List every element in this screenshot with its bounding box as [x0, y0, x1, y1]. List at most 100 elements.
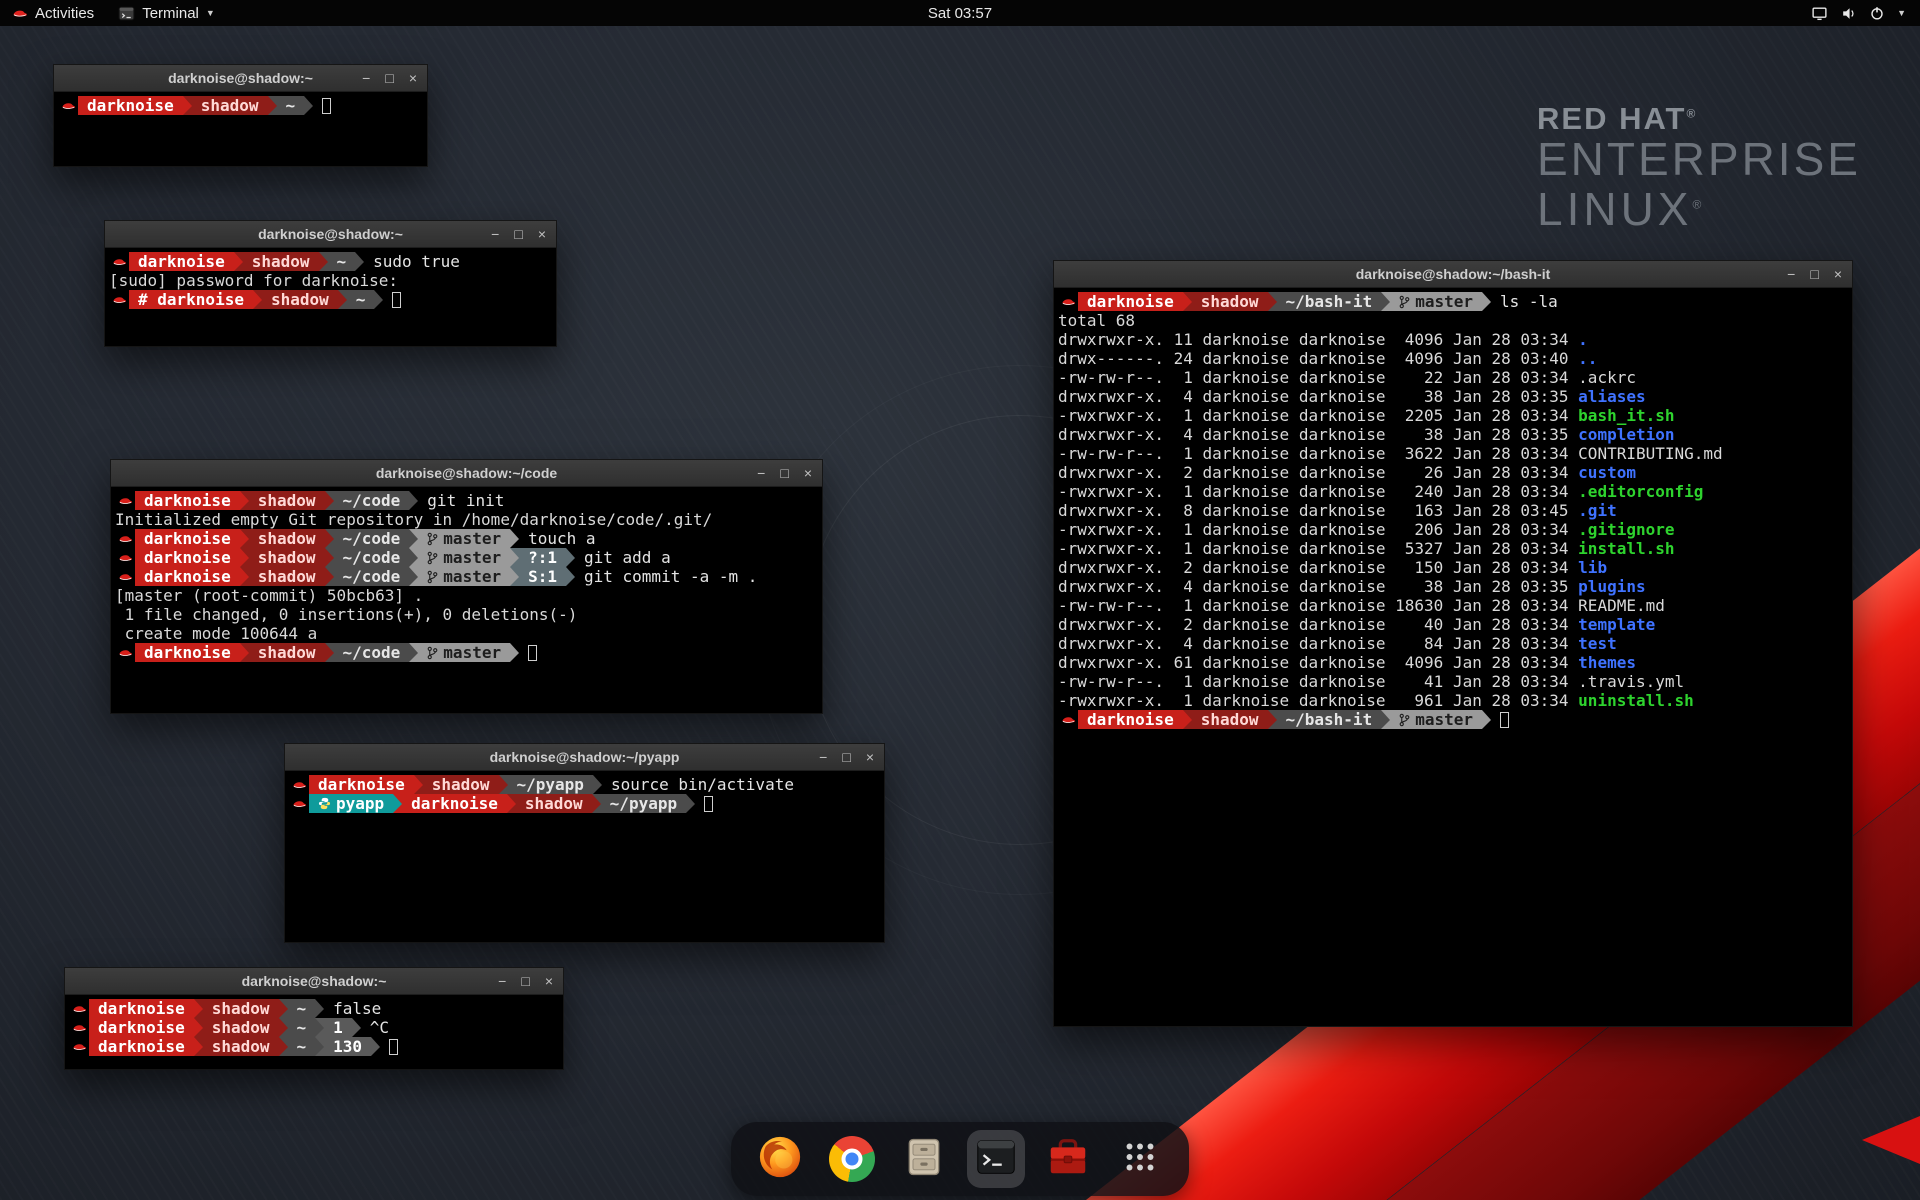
git-branch-icon: [427, 551, 438, 565]
system-status-area[interactable]: ▼: [1811, 0, 1920, 26]
minimize-button[interactable]: −: [362, 71, 370, 85]
window-title: darknoise@shadow:~: [65, 973, 563, 989]
command-text: sudo true: [373, 252, 460, 271]
close-button[interactable]: ×: [409, 71, 417, 85]
activities-label: Activities: [35, 5, 94, 22]
close-button[interactable]: ×: [866, 750, 874, 764]
prompt-segment-gitstat: ?:1: [519, 548, 566, 567]
minimize-button[interactable]: −: [491, 227, 499, 241]
chrome-icon: [829, 1136, 875, 1182]
redhat-prompt-icon: [109, 252, 129, 271]
close-button[interactable]: ×: [804, 466, 812, 480]
maximize-button[interactable]: □: [385, 71, 393, 85]
window-titlebar[interactable]: darknoise@shadow:~−□×: [105, 221, 556, 248]
terminal-line: 1 file changed, 0 insertions(+), 0 delet…: [115, 605, 818, 624]
terminal-window-w4: darknoise@shadow:~/pyapp−□×darknoiseshad…: [284, 743, 885, 943]
powerline-separator: [240, 643, 249, 662]
terminal-line: -rwxrwxr-x. 1 darknoise darknoise 206 Ja…: [1058, 520, 1848, 539]
window-titlebar[interactable]: darknoise@shadow:~/bash-it−□×: [1054, 261, 1852, 288]
prompt-segment-path: ~/bash-it: [1277, 292, 1382, 311]
command-text: git init: [427, 491, 504, 510]
prompt-segment-user: darknoise: [402, 794, 507, 813]
powerline-separator: [253, 290, 262, 309]
prompt-segment-user: darknoise: [135, 567, 240, 586]
window-titlebar[interactable]: darknoise@shadow:~−□×: [54, 65, 427, 92]
terminal-window-w6: darknoise@shadow:~/bash-it−□×darknoisesh…: [1053, 260, 1853, 1027]
window-controls: − □ ×: [1787, 261, 1842, 287]
close-button[interactable]: ×: [1834, 267, 1842, 281]
terminal-screen[interactable]: darknoiseshadow~: [54, 92, 427, 166]
minimize-button[interactable]: −: [1787, 267, 1795, 281]
minimize-button[interactable]: −: [757, 466, 765, 480]
dock-item-terminal[interactable]: [967, 1130, 1025, 1188]
powerline-separator: [593, 775, 602, 794]
prompt-segment-exit: 130: [324, 1037, 371, 1056]
maximize-button[interactable]: □: [1810, 267, 1818, 281]
output-text: total 68: [1058, 311, 1135, 330]
dock-item-firefox[interactable]: [751, 1130, 809, 1188]
minimize-button[interactable]: −: [819, 750, 827, 764]
terminal-screen[interactable]: darknoiseshadow~falsedarknoiseshadow~1^C…: [65, 995, 563, 1069]
powerline-separator: [499, 775, 508, 794]
terminal-screen[interactable]: darknoiseshadow~/pyappsource bin/activat…: [285, 771, 884, 942]
close-button[interactable]: ×: [538, 227, 546, 241]
ls-entry-meta: drwxrwxr-x. 4 darknoise darknoise 38 Jan…: [1058, 425, 1578, 444]
dock-item-toolbox[interactable]: [1039, 1130, 1097, 1188]
redhat-prompt-icon: [289, 775, 309, 794]
display-icon[interactable]: [1811, 5, 1828, 22]
powerline-separator: [393, 794, 402, 813]
command-text: ^C: [370, 1018, 389, 1037]
prompt-segment-user: darknoise: [309, 775, 414, 794]
maximize-button[interactable]: □: [514, 227, 522, 241]
terminal-line: drwxrwxr-x. 4 darknoise darknoise 38 Jan…: [1058, 577, 1848, 596]
powerline-separator: [409, 529, 418, 548]
powerline-separator: [240, 548, 249, 567]
dock-item-app-grid[interactable]: [1111, 1130, 1169, 1188]
prompt-segment-user: darknoise: [135, 643, 240, 662]
prompt-segment-path: ~/pyapp: [601, 794, 686, 813]
ls-filename: .ackrc: [1578, 368, 1636, 387]
window-titlebar[interactable]: darknoise@shadow:~/code−□×: [111, 460, 822, 487]
terminal-window-w3: darknoise@shadow:~/code−□×darknoiseshado…: [110, 459, 823, 714]
close-button[interactable]: ×: [545, 974, 553, 988]
command-text: git commit -a -m .: [584, 567, 757, 586]
git-branch-icon: [427, 646, 438, 660]
powerline-separator: [325, 643, 334, 662]
prompt-segment-venv: pyapp: [309, 794, 393, 813]
dock-item-chrome[interactable]: [823, 1130, 881, 1188]
terminal-screen[interactable]: darknoiseshadow~/bash-itmasterls -latota…: [1054, 288, 1852, 1026]
prompt-segment-path: ~/code: [334, 491, 410, 510]
terminal-screen[interactable]: darknoiseshadow~sudo true[sudo] password…: [105, 248, 556, 346]
volume-icon[interactable]: [1840, 5, 1857, 22]
powerline-separator: [507, 794, 516, 813]
ls-filename: .: [1578, 330, 1588, 349]
activities-button[interactable]: Activities: [0, 0, 106, 26]
prompt-segment-user: darknoise: [129, 252, 234, 271]
terminal-line: -rwxrwxr-x. 1 darknoise darknoise 5327 J…: [1058, 539, 1848, 558]
prompt-segment-user: # darknoise: [129, 290, 253, 309]
minimize-button[interactable]: −: [498, 974, 506, 988]
app-menu-terminal[interactable]: Terminal ▼: [106, 0, 227, 26]
dock-item-files[interactable]: [895, 1130, 953, 1188]
powerline-separator: [240, 529, 249, 548]
ls-entry-meta: -rwxrwxr-x. 1 darknoise darknoise 961 Ja…: [1058, 691, 1578, 710]
powerline-separator: [1482, 292, 1491, 311]
prompt-segment-host: shadow: [249, 567, 325, 586]
prompt-segment-user: darknoise: [135, 529, 240, 548]
powerline-separator: [352, 1018, 361, 1037]
maximize-button[interactable]: □: [521, 974, 529, 988]
terminal-line: [sudo] password for darknoise:: [109, 271, 552, 290]
prompt-segment-host: shadow: [249, 529, 325, 548]
maximize-button[interactable]: □: [780, 466, 788, 480]
clock[interactable]: Sat 03:57: [928, 5, 992, 22]
window-titlebar[interactable]: darknoise@shadow:~− □ ×: [65, 968, 563, 995]
maximize-button[interactable]: □: [842, 750, 850, 764]
terminal-window-w2: darknoise@shadow:~−□×darknoiseshadow~sud…: [104, 220, 557, 347]
power-icon[interactable]: [1869, 5, 1885, 21]
prompt-segment-host: shadow: [203, 1037, 279, 1056]
window-titlebar[interactable]: darknoise@shadow:~/pyapp−□×: [285, 744, 884, 771]
powerline-separator: [194, 1018, 203, 1037]
terminal-screen[interactable]: darknoiseshadow~/codegit initInitialized…: [111, 487, 822, 713]
redhat-prompt-icon: [1058, 292, 1078, 311]
powerline-separator: [1268, 710, 1277, 729]
